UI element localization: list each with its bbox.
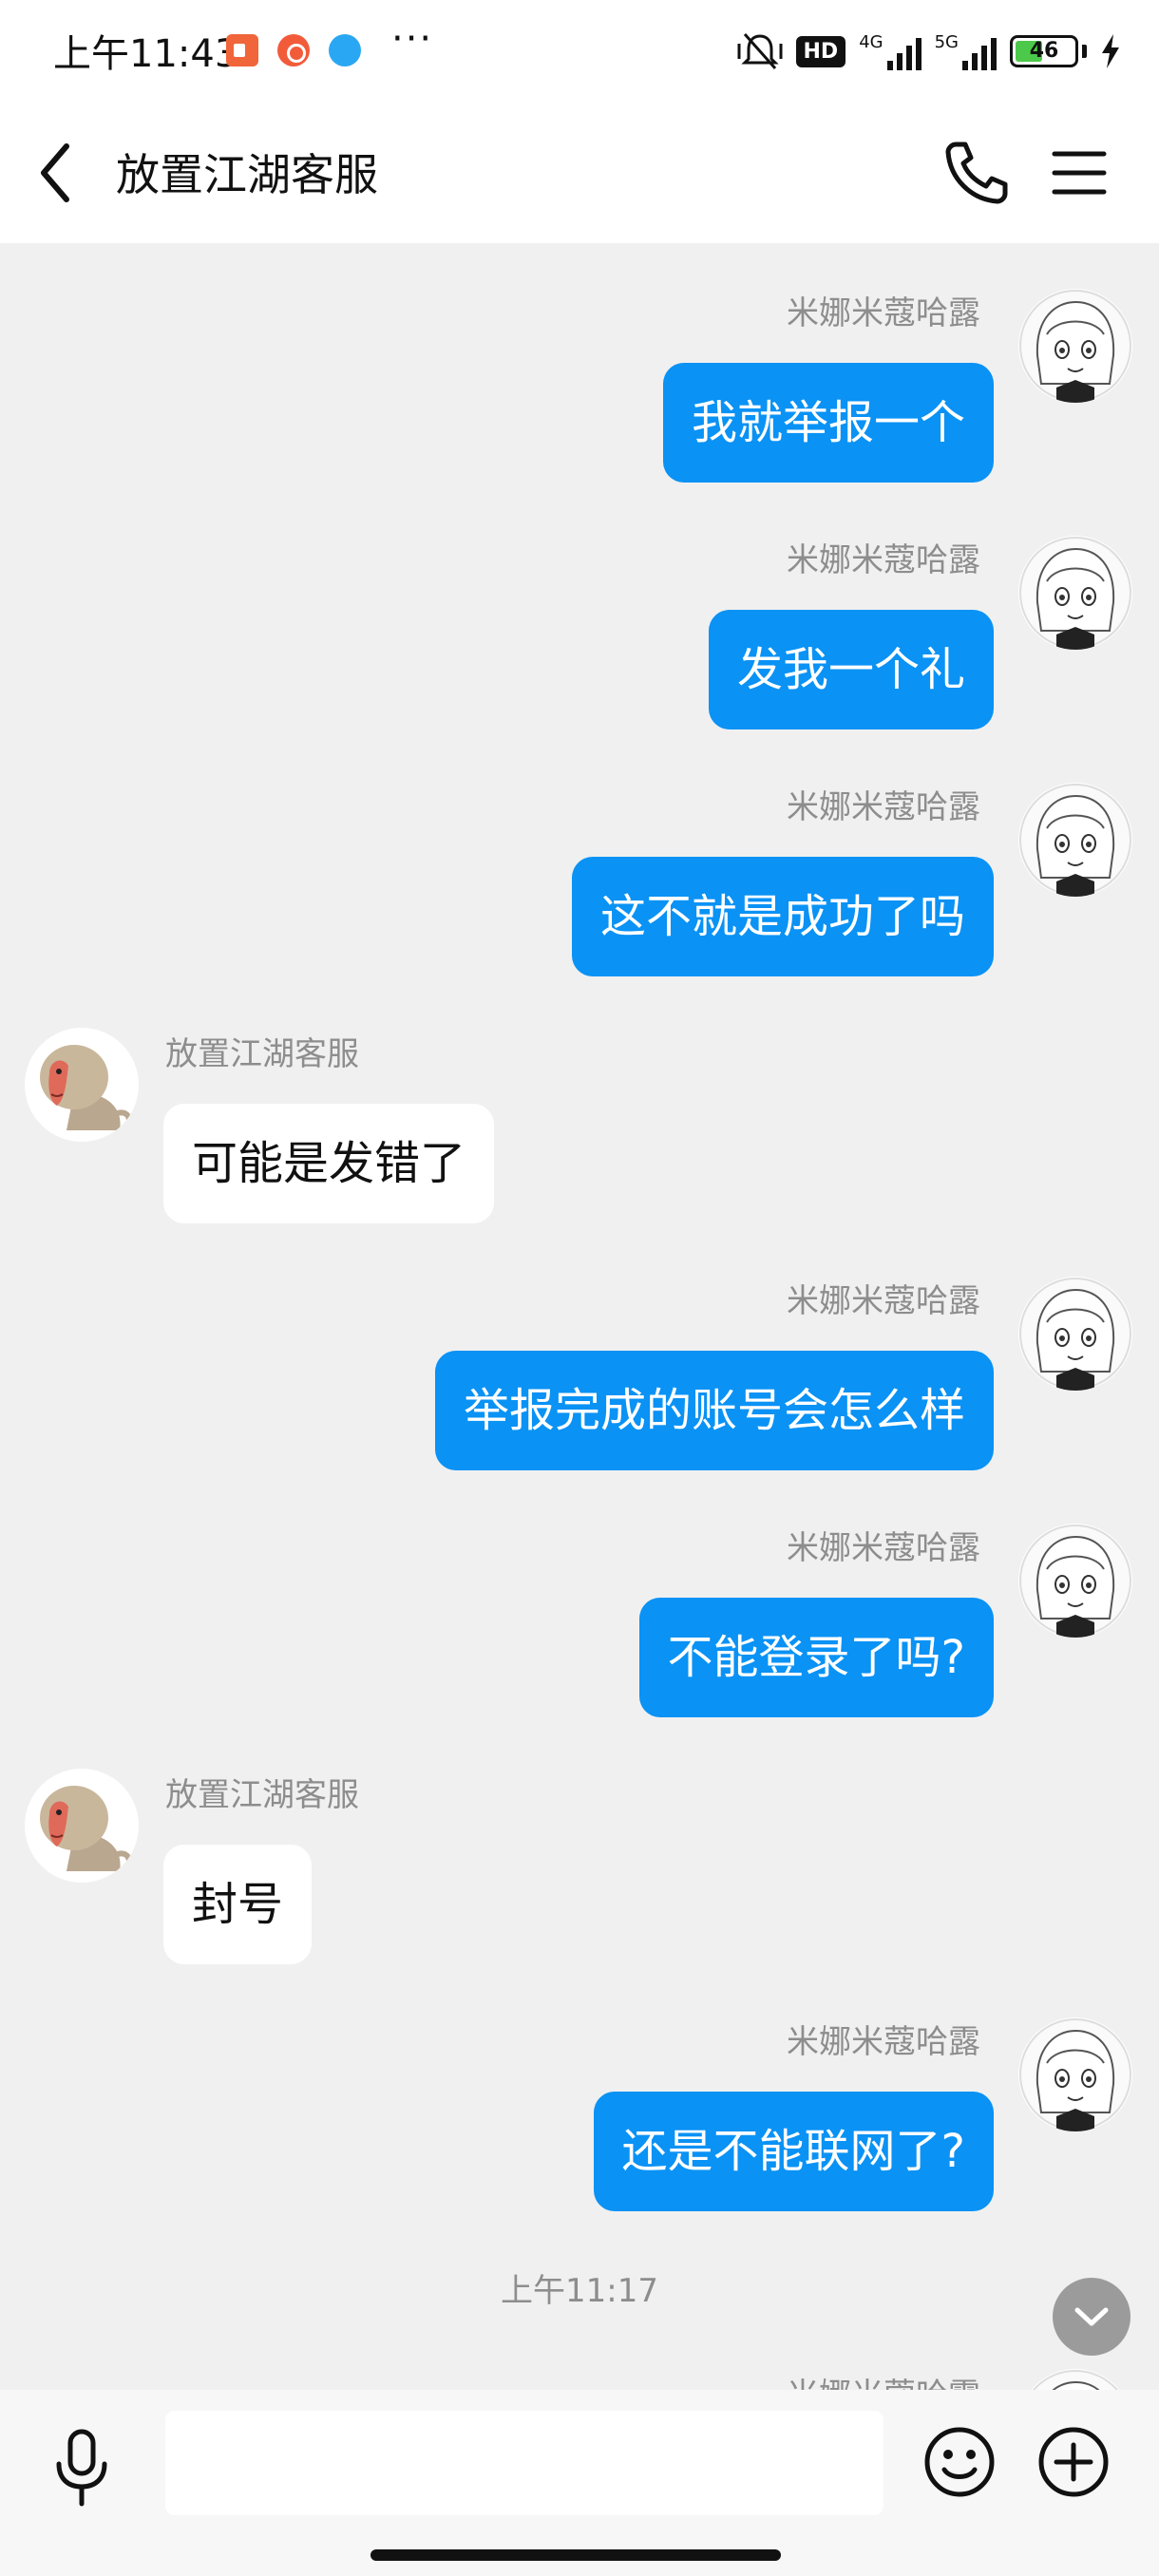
message-bubble-incoming[interactable]: 可能是发错了 bbox=[163, 1104, 495, 1223]
signal-5g-icon: 5G bbox=[935, 32, 997, 70]
my-avatar[interactable] bbox=[1018, 2017, 1132, 2131]
battery-cap bbox=[1082, 45, 1087, 58]
sender-name: 米娜米蔻哈露 bbox=[787, 1282, 980, 1320]
my-avatar[interactable] bbox=[1018, 289, 1132, 403]
message-bubble-outgoing[interactable]: 这不就是成功了吗 bbox=[571, 857, 994, 976]
screen-record-icon bbox=[226, 34, 258, 66]
message-bubble-outgoing[interactable]: 发我一个礼 bbox=[708, 610, 994, 729]
microphone-icon[interactable] bbox=[44, 2426, 120, 2511]
hamburger-menu-icon[interactable] bbox=[1049, 144, 1110, 201]
chat-header: 放置江湖客服 bbox=[0, 103, 1159, 243]
my-avatar[interactable] bbox=[1018, 1524, 1132, 1638]
service-avatar[interactable] bbox=[25, 1769, 139, 1883]
phone-icon[interactable] bbox=[942, 139, 1011, 207]
charging-bolt-icon bbox=[1102, 34, 1119, 68]
time-divider: 上午11:17 bbox=[501, 2272, 658, 2310]
home-indicator[interactable] bbox=[370, 2549, 781, 2561]
message-bubble-incoming[interactable]: 封号 bbox=[163, 1845, 313, 1964]
sender-name: 米娜米蔻哈露 bbox=[787, 788, 980, 826]
sender-name: 米娜米蔻哈露 bbox=[787, 294, 980, 332]
sender-name: 放置江湖客服 bbox=[165, 1035, 359, 1073]
service-avatar[interactable] bbox=[25, 1028, 139, 1142]
message-input[interactable] bbox=[165, 2411, 884, 2515]
hd-voice-badge: HD bbox=[795, 35, 846, 67]
sender-name: 米娜米蔻哈露 bbox=[787, 541, 980, 579]
app-notification-icon bbox=[277, 34, 310, 66]
message-bubble-outgoing[interactable]: 我就举报一个 bbox=[662, 363, 994, 483]
message-bubble-outgoing[interactable]: 举报完成的账号会怎么样 bbox=[434, 1351, 994, 1470]
my-avatar[interactable] bbox=[1018, 1277, 1132, 1391]
chevron-down-icon bbox=[1074, 2307, 1109, 2326]
message-bubble-outgoing[interactable]: 还是不能联网了? bbox=[593, 2092, 994, 2211]
bird-app-icon bbox=[329, 34, 361, 66]
sender-name: 米娜米蔻哈露 bbox=[787, 1529, 980, 1567]
network-5g-label: 5G bbox=[934, 32, 959, 52]
my-avatar[interactable] bbox=[1018, 783, 1132, 897]
battery-icon: 46 bbox=[1010, 35, 1078, 67]
status-time: 上午11:43 bbox=[53, 32, 239, 76]
message-bubble-outgoing[interactable]: 不能登录了吗? bbox=[638, 1598, 994, 1717]
chat-title: 放置江湖客服 bbox=[116, 149, 378, 200]
vibrate-mute-icon bbox=[737, 33, 782, 69]
plus-circle-icon[interactable] bbox=[1036, 2424, 1112, 2500]
network-4g-label: 4G bbox=[859, 32, 884, 52]
message-input-bar bbox=[0, 2390, 1159, 2576]
system-indicators: HD 4G 5G 46 bbox=[737, 28, 1122, 74]
battery-percentage: 46 bbox=[1029, 39, 1059, 63]
more-notifications-icon: ··· bbox=[391, 17, 434, 61]
my-avatar[interactable] bbox=[1018, 536, 1132, 650]
status-bar: 上午11:43 ··· HD 4G 5G 46 bbox=[0, 0, 1159, 103]
chevron-left-icon[interactable] bbox=[28, 137, 95, 209]
signal-4g-icon: 4G bbox=[859, 32, 922, 70]
sender-name: 米娜米蔻哈露 bbox=[787, 2023, 980, 2061]
smiley-icon[interactable] bbox=[922, 2424, 998, 2500]
sender-name: 放置江湖客服 bbox=[165, 1776, 359, 1814]
scroll-to-bottom-button[interactable] bbox=[1053, 2278, 1130, 2356]
